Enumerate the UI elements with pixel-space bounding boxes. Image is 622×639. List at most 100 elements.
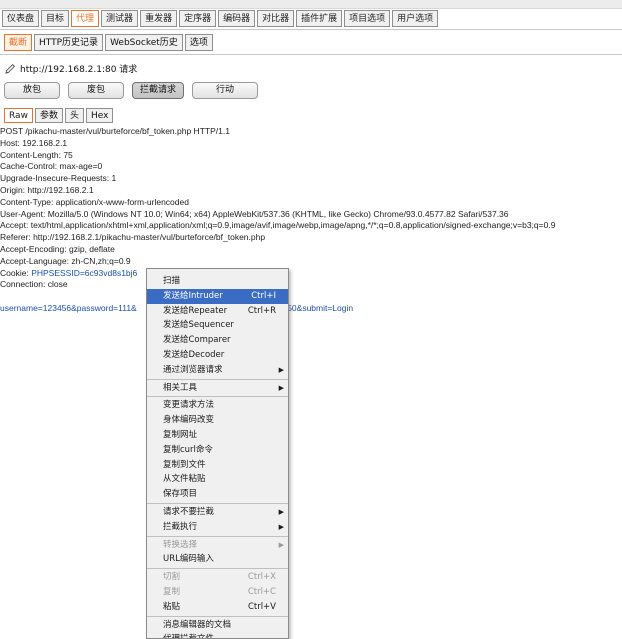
tab-sequencer[interactable]: 定序器 — [179, 10, 217, 27]
menu-item-label: 粘贴 — [163, 601, 181, 612]
subtab-http-history[interactable]: HTTP历史记录 — [34, 34, 104, 51]
view-tab-params[interactable]: 参数 — [34, 108, 63, 123]
menu-item-label: 保存项目 — [163, 489, 198, 500]
main-tab-divider — [0, 29, 622, 30]
request-header-user-agent: User-Agent: Mozilla/5.0 (Windows NT 10.0… — [0, 208, 509, 219]
menu-item-label: URL编码输入 — [163, 554, 214, 565]
tab-project-options[interactable]: 项目选项 — [344, 10, 391, 27]
submenu-arrow-icon: ▶ — [278, 507, 284, 516]
intercept-url: http://192.168.2.1:80 请求 — [20, 65, 138, 75]
request-header-accept-language: Accept-Language: zh-CN,zh;q=0.9 — [0, 255, 131, 266]
tab-comparer[interactable]: 对比器 — [257, 10, 295, 27]
menu-item[interactable]: 消息编辑器的文档 — [147, 618, 288, 633]
menu-item[interactable]: 拦截执行 ▶ — [147, 520, 288, 535]
tab-dashboard[interactable]: 仪表盘 — [2, 10, 40, 27]
intercept-actions: 放包 废包 拦截请求 行动 — [4, 82, 258, 99]
window-top-strip — [0, 0, 622, 9]
pencil-icon[interactable] — [4, 63, 16, 75]
menu-item-shortcut: Ctrl+X — [247, 572, 276, 583]
menu-item[interactable]: 复制网址 — [147, 428, 288, 443]
menu-item[interactable]: 保存项目 — [147, 487, 288, 502]
menu-item: 转换选择 ▶ — [147, 538, 288, 553]
menu-item-label: 相关工具 — [163, 382, 198, 393]
menu-item[interactable]: 发送给Repeater Ctrl+R — [147, 304, 288, 319]
subtab-options[interactable]: 选项 — [184, 34, 213, 51]
menu-separator — [147, 502, 288, 504]
message-view-tabs: Raw 参数 头 Hex — [4, 108, 114, 123]
menu-item-label: 发送给Decoder — [163, 349, 225, 360]
menu-item-label: 复制 — [163, 586, 181, 597]
menu-item-label: 复制网址 — [163, 429, 198, 440]
proxy-sub-tab-bar: 截断 HTTP历史记录 WebSocket历史 选项 — [4, 34, 213, 51]
menu-item-label: 从文件粘贴 — [163, 474, 206, 485]
forward-button[interactable]: 放包 — [4, 82, 60, 99]
menu-item[interactable]: 发送给Intruder Ctrl+I — [147, 288, 288, 304]
request-header-accept-encoding: Accept-Encoding: gzip, deflate — [0, 243, 115, 254]
menu-item[interactable]: 代理拦截文件 — [147, 632, 288, 638]
submenu-arrow-icon: ▶ — [278, 365, 284, 374]
tab-repeater[interactable]: 重发器 — [140, 10, 178, 27]
menu-item[interactable]: 相关工具 ▶ — [147, 381, 288, 396]
menu-item[interactable]: 请求不要拦截 ▶ — [147, 505, 288, 520]
request-header-content-type: Content-Type: application/x-www-form-url… — [0, 196, 189, 207]
tab-extender[interactable]: 插件扩展 — [296, 10, 343, 27]
view-tab-hex[interactable]: Hex — [85, 108, 114, 123]
menu-item-label: 消息编辑器的文档 — [163, 619, 232, 630]
menu-item-label: 发送给Sequencer — [163, 320, 234, 331]
menu-item: 切割 Ctrl+X — [147, 570, 288, 585]
menu-item-label: 切割 — [163, 572, 181, 583]
menu-item[interactable]: 身体编码改变 — [147, 413, 288, 428]
request-header-cache-control: Cache-Control: max-age=0 — [0, 161, 103, 172]
menu-item-label: 通过浏览器请求 — [163, 364, 223, 375]
menu-item[interactable]: 发送给Decoder — [147, 348, 288, 363]
menu-item-shortcut: Ctrl+I — [251, 290, 276, 301]
menu-item-label: 身体编码改变 — [163, 415, 215, 426]
request-header-connection: Connection: close — [0, 279, 68, 290]
request-line: POST /pikachu-master/vul/burteforce/bf_t… — [0, 126, 230, 136]
tab-user-options[interactable]: 用户选项 — [392, 10, 439, 27]
menu-item-label: 复制curl命令 — [163, 444, 213, 455]
subtab-intercept[interactable]: 截断 — [4, 34, 33, 51]
request-header-origin: Origin: http://192.168.2.1 — [0, 184, 94, 195]
request-header-content-length: Content-Length: 75 — [0, 149, 73, 160]
menu-item-label: 复制到文件 — [163, 459, 206, 470]
tab-target[interactable]: 目标 — [41, 10, 70, 27]
menu-item[interactable]: 发送给Sequencer — [147, 318, 288, 333]
cookie-label: Cookie: — [0, 267, 32, 278]
menu-item[interactable]: 粘贴 Ctrl+V — [147, 600, 288, 615]
main-tab-bar: 仪表盘 目标 代理 测试器 重发器 定序器 编码器 对比器 插件扩展 项目选项 … — [2, 10, 439, 27]
menu-item[interactable]: 扫描 — [147, 274, 288, 289]
burp-proxy-window: 仪表盘 目标 代理 测试器 重发器 定序器 编码器 对比器 插件扩展 项目选项 … — [0, 0, 622, 639]
drop-button[interactable]: 废包 — [68, 82, 124, 99]
menu-item[interactable]: 从文件粘贴 — [147, 472, 288, 487]
request-header-upgrade: Upgrade-Insecure-Requests: 1 — [0, 173, 117, 184]
tab-intruder[interactable]: 测试器 — [101, 10, 139, 27]
submenu-arrow-icon: ▶ — [278, 383, 284, 392]
request-body-start: username=123456&password=111& — [0, 302, 137, 313]
menu-item[interactable]: 发送给Comparer — [147, 333, 288, 348]
request-header-cookie: Cookie: PHPSESSID=6c93vd8s1bj6 — [0, 268, 622, 280]
request-editor[interactable]: POST /pikachu-master/vul/burteforce/bf_t… — [0, 126, 622, 639]
request-body-end: 8150&submit=Login — [277, 302, 354, 313]
menu-item[interactable]: URL编码输入 — [147, 552, 288, 567]
menu-separator — [147, 615, 288, 617]
menu-separator — [147, 568, 288, 570]
menu-item[interactable]: 复制curl命令 — [147, 443, 288, 458]
tab-decoder[interactable]: 编码器 — [218, 10, 256, 27]
request-body: username=123456&password=111& 8150&submit… — [0, 303, 622, 315]
tab-proxy[interactable]: 代理 — [71, 10, 100, 27]
action-button[interactable]: 行动 — [192, 82, 258, 99]
subtab-websocket-history[interactable]: WebSocket历史 — [105, 34, 183, 51]
menu-item-label: 请求不要拦截 — [163, 506, 215, 517]
menu-item[interactable]: 复制到文件 — [147, 458, 288, 473]
menu-item-label: 发送给Intruder — [163, 290, 223, 301]
view-tab-headers[interactable]: 头 — [64, 108, 84, 123]
menu-separator — [147, 535, 288, 537]
menu-item-label: 扫描 — [163, 276, 181, 286]
intercept-toggle-button[interactable]: 拦截请求 — [132, 82, 184, 99]
menu-item[interactable]: 通过浏览器请求 ▶ — [147, 363, 288, 378]
view-tab-raw[interactable]: Raw — [4, 108, 33, 123]
menu-separator — [147, 396, 288, 398]
menu-item[interactable]: 变更请求方法 — [147, 398, 288, 413]
request-header-accept: Accept: text/html,application/xhtml+xml,… — [0, 220, 556, 231]
